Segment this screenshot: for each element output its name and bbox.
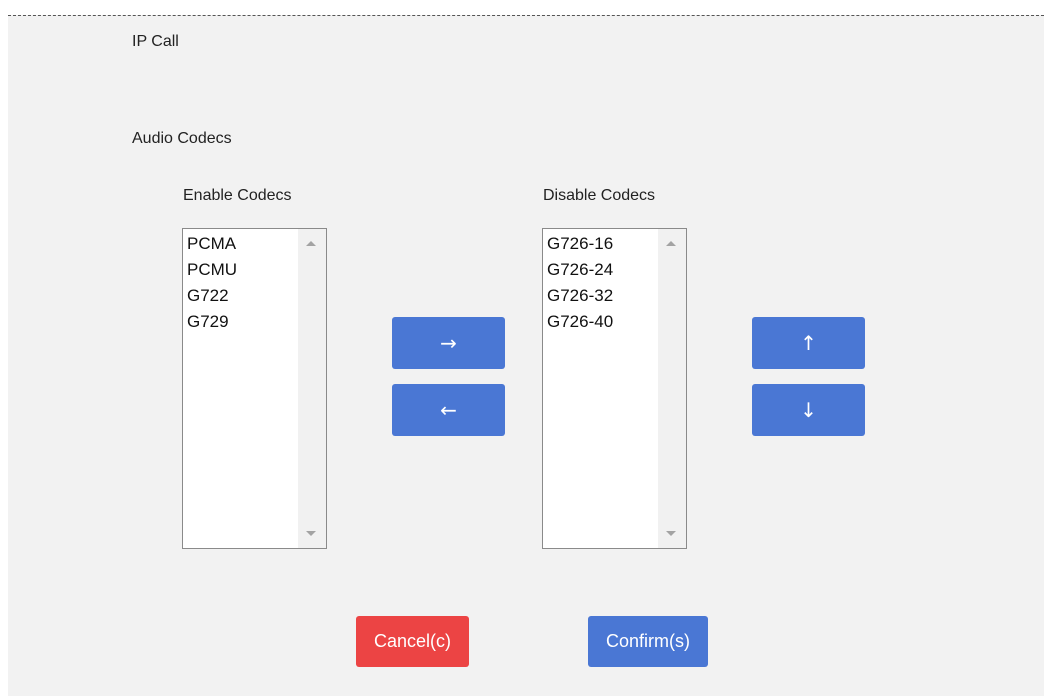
enable-codec-option[interactable]: PCMU [187,257,298,283]
enable-codec-option[interactable]: G729 [187,309,298,335]
disable-codec-option[interactable]: G726-40 [547,309,658,335]
move-up-button[interactable]: ↑ [752,317,865,369]
disable-codecs-items: G726-16 G726-24 G726-32 G726-40 [547,231,658,335]
disable-codec-option[interactable]: G726-24 [547,257,658,283]
enable-codec-option[interactable]: PCMA [187,231,298,257]
enable-codecs-items: PCMA PCMU G722 G729 [187,231,298,335]
arrow-down-icon: ↓ [800,398,817,422]
enable-codecs-label: Enable Codecs [183,187,292,204]
disable-codecs-label: Disable Codecs [543,187,656,204]
move-down-button[interactable]: ↓ [752,384,865,436]
arrow-right-icon: → [440,331,457,355]
disable-codec-option[interactable]: G726-16 [547,231,658,257]
move-to-enabled-button[interactable]: ← [392,384,505,436]
ip-call-panel: IP Call Audio Codecs Enable Codecs Disab… [8,15,1044,696]
audio-codecs-title: Audio Codecs [132,130,232,147]
section-title: IP Call [132,33,179,50]
scroll-up-arrow-icon[interactable] [666,241,676,246]
enable-codec-option[interactable]: G722 [187,283,298,309]
enable-list-scrollbar[interactable] [298,229,326,548]
arrow-left-icon: ← [440,398,457,422]
enable-codecs-listbox[interactable]: PCMA PCMU G722 G729 [182,228,327,549]
disable-codecs-listbox[interactable]: G726-16 G726-24 G726-32 G726-40 [542,228,687,549]
scroll-down-arrow-icon[interactable] [306,531,316,536]
move-to-disabled-button[interactable]: → [392,317,505,369]
cancel-button[interactable]: Cancel(c) [356,616,469,667]
disable-codec-option[interactable]: G726-32 [547,283,658,309]
scroll-up-arrow-icon[interactable] [306,241,316,246]
scroll-down-arrow-icon[interactable] [666,531,676,536]
confirm-button[interactable]: Confirm(s) [588,616,708,667]
arrow-up-icon: ↑ [800,331,817,355]
disable-list-scrollbar[interactable] [658,229,686,548]
